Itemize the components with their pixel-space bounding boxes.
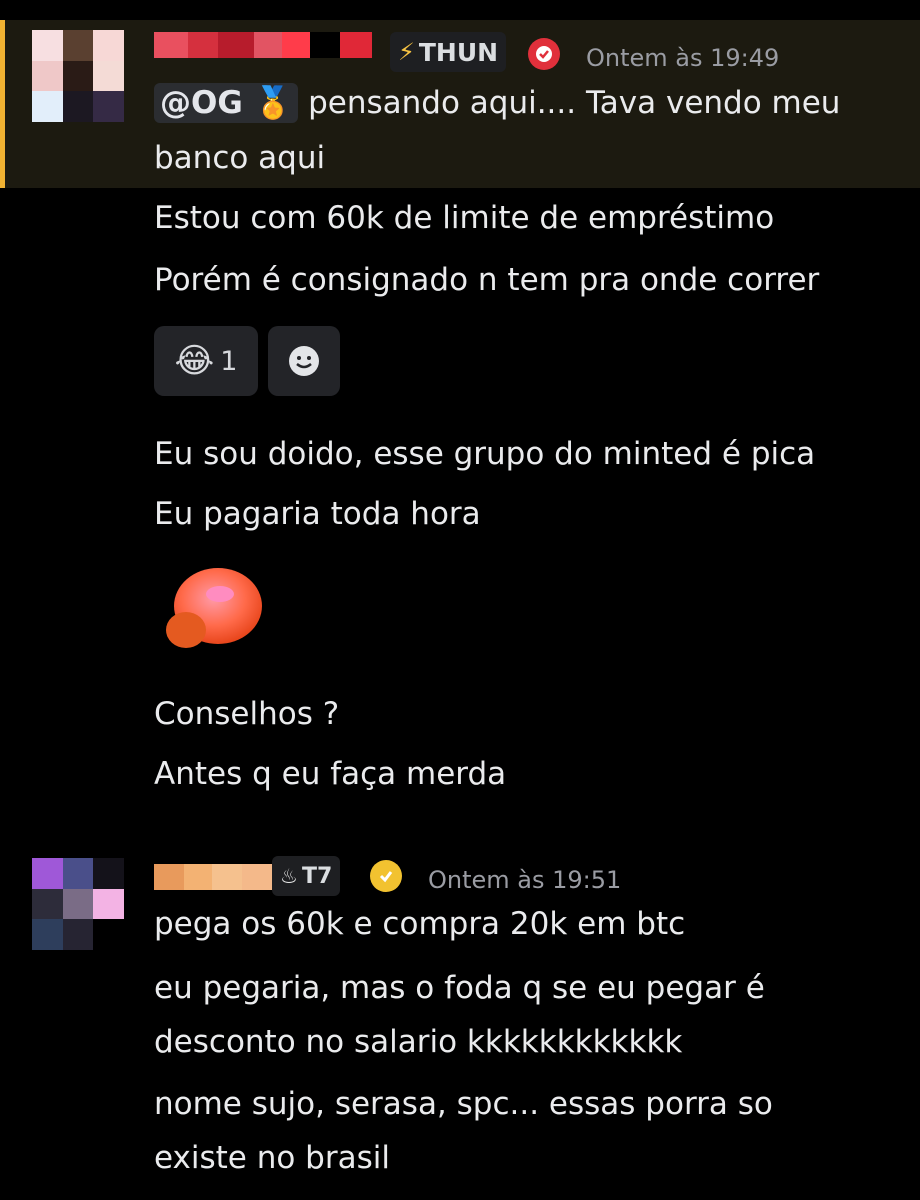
laughing-emoji-icon: 😂 [174, 341, 215, 381]
timestamp[interactable]: Ontem às 19:51 [428, 866, 621, 894]
server-tag-label: T7 [301, 863, 333, 889]
reaction-count: 1 [220, 345, 238, 377]
message-group-1: ⚡ THUN Ontem às 19:49 @OG 🏅 pensando aqu… [0, 0, 920, 820]
add-reaction-icon [289, 346, 319, 376]
message-line: banco aqui [154, 140, 326, 176]
message-line: Porém é consignado n tem pra onde correr [154, 262, 820, 298]
shield-check-icon [379, 871, 393, 883]
username-censored[interactable] [154, 32, 372, 58]
message-line: existe no brasil [154, 1140, 390, 1176]
add-reaction-button[interactable] [268, 326, 340, 396]
avatar[interactable] [32, 30, 124, 122]
server-tag[interactable]: ♨ T7 [272, 856, 341, 896]
server-tag-label: THUN [418, 37, 499, 67]
message-line: desconto no salario kkkkkkkkkkkk [154, 1024, 683, 1060]
mention-highlight-bar [0, 20, 5, 188]
message-line: Eu pagaria toda hora [154, 496, 481, 532]
message-line: Conselhos ? [154, 696, 340, 732]
reaction-laughing[interactable]: 😂 1 [154, 326, 258, 396]
blushing-blob-emoji[interactable] [160, 564, 264, 656]
message-line: eu pegaria, mas o foda q se eu pegar é [154, 970, 765, 1006]
message-line: Antes q eu faça merda [154, 756, 507, 792]
message-line: nome sujo, serasa, spc... essas porra so [154, 1086, 773, 1122]
avatar[interactable] [32, 858, 124, 950]
flame-icon: ♨ [280, 864, 298, 888]
lightning-icon: ⚡ [398, 38, 415, 66]
shield-check-icon [536, 46, 552, 62]
message-line: @OG 🏅 pensando aqui.... Tava vendo meu [154, 83, 840, 123]
user-mention[interactable]: @OG 🏅 [154, 83, 299, 123]
message-line: Eu sou doido, esse grupo do minted é pic… [154, 436, 816, 472]
message-line: pega os 60k e compra 20k em btc [154, 906, 686, 942]
timestamp[interactable]: Ontem às 19:49 [586, 44, 779, 72]
role-badge-icon[interactable] [528, 38, 560, 70]
role-badge-icon[interactable] [370, 860, 402, 892]
message-group-2: ♨ T7 Ontem às 19:51 pega os 60k e compra… [0, 840, 920, 1200]
message-line: Estou com 60k de limite de empréstimo [154, 200, 775, 236]
server-tag[interactable]: ⚡ THUN [390, 32, 507, 72]
